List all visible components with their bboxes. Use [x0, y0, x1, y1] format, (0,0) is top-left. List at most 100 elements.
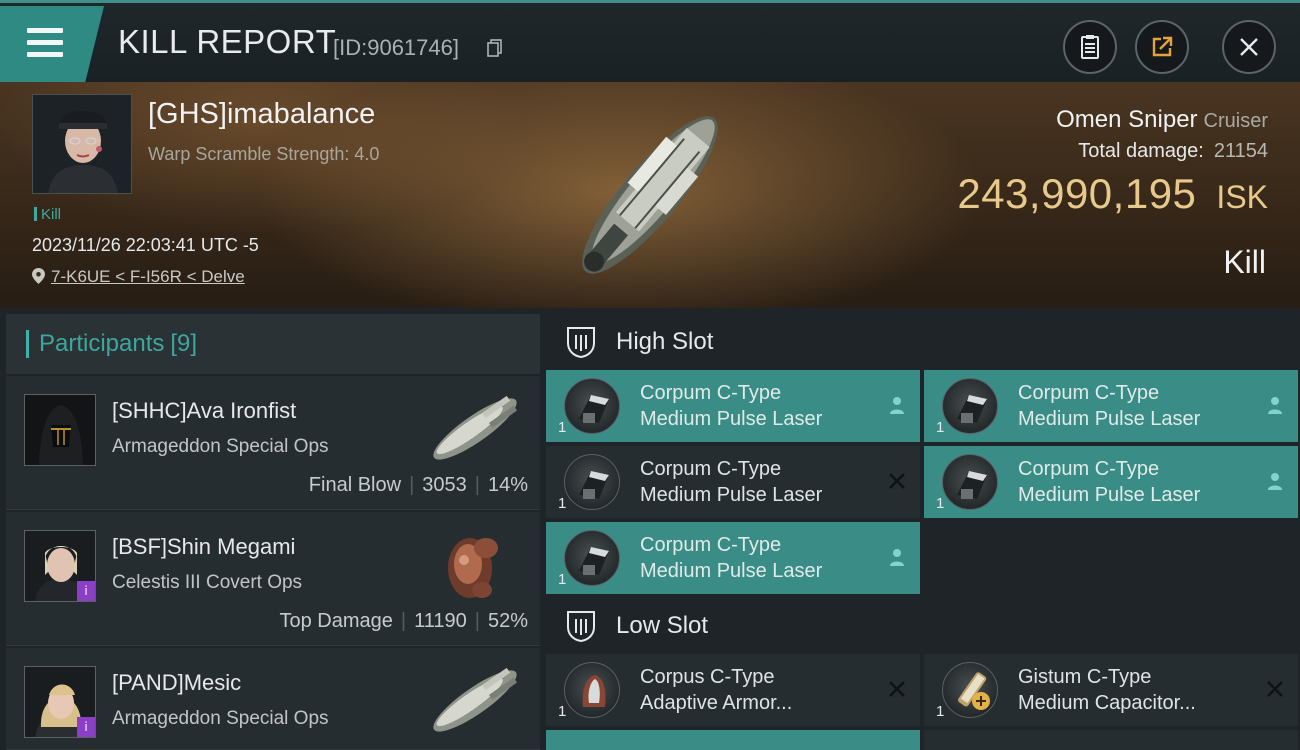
- module-slot[interactable]: [546, 730, 920, 750]
- total-damage-value: 21154: [1213, 140, 1268, 162]
- destroyed-x-icon: [889, 681, 905, 697]
- pulse-laser-icon: [564, 530, 620, 586]
- module-quantity: 1: [558, 703, 567, 720]
- victim-name[interactable]: [GHS]imabalance: [148, 98, 375, 131]
- stats-separator: |: [474, 610, 480, 632]
- participant-name: [BSF]Shin Megami: [112, 534, 296, 559]
- participant-card[interactable]: [SHHC]Ava Ironfist Armageddon Special Op…: [6, 376, 540, 510]
- participant-stats: Top Damage | 11190 | 52%: [280, 610, 529, 633]
- report-result: Kill: [1223, 244, 1266, 280]
- participant-damage: 11190: [414, 610, 467, 632]
- armor-hardener-icon: [564, 662, 620, 718]
- participant-ship-image: [448, 538, 498, 598]
- victim-ship-name: Omen Sniper: [1056, 106, 1198, 133]
- module-slot[interactable]: [924, 730, 1298, 750]
- high-slot-label: High Slot: [616, 328, 714, 355]
- low-slot-header: Low Slot: [546, 598, 1300, 654]
- participants-title: Participants: [39, 330, 165, 357]
- victim-portrait[interactable]: [32, 94, 132, 194]
- module-slot[interactable]: 1 Corpum C-Type Medium Pulse Laser: [546, 446, 920, 518]
- participant-ship-image: [433, 395, 518, 460]
- kill-location[interactable]: 7-K6UE < F-I56R < Delve: [32, 267, 245, 287]
- menu-button[interactable]: [0, 6, 104, 82]
- participant-card[interactable]: i [PAND]Mesic Armageddon Special Ops: [6, 648, 540, 750]
- header-bar: KILL REPORT [ID:9061746]: [0, 0, 1300, 82]
- isk-value: 243,990,195 ISK: [957, 170, 1268, 218]
- kill-tag: Kill: [34, 206, 61, 223]
- info-badge-icon: i: [77, 581, 95, 601]
- participant-name: [SHHC]Ava Ironfist: [112, 398, 297, 423]
- high-slot-icon: [567, 327, 595, 359]
- victim-ship-image: [582, 116, 718, 274]
- report-id: [ID:9061746]: [333, 35, 459, 60]
- module-name: Corpus C-Type: [640, 666, 775, 688]
- module-name: Corpum C-Type: [640, 382, 782, 404]
- participant-damage: 3053: [422, 474, 467, 496]
- module-slot[interactable]: 1 Corpus C-Type Adaptive Armor...: [546, 654, 920, 726]
- participant-role: Final Blow: [308, 474, 402, 496]
- isk-unit: ISK: [1216, 179, 1268, 215]
- participant-percent: 14%: [487, 474, 528, 496]
- module-name: Gistum C-Type: [1018, 666, 1152, 688]
- module-name: Corpum C-Type: [640, 534, 782, 556]
- participant-avatar[interactable]: i: [24, 666, 96, 738]
- pulse-laser-icon: [942, 454, 998, 510]
- participant-avatar[interactable]: i: [24, 530, 96, 602]
- hamburger-icon: [27, 28, 63, 64]
- module-type: Medium Pulse Laser: [640, 408, 823, 430]
- participants-header[interactable]: Participants [9]: [6, 314, 540, 374]
- module-type: Medium Pulse Laser: [1018, 484, 1201, 506]
- low-slot-icon: [567, 611, 595, 643]
- participant-ship: Celestis III Covert Ops: [112, 572, 303, 593]
- participant-card[interactable]: i [BSF]Shin Megami Celestis III Covert O…: [6, 512, 540, 646]
- module-quantity: 1: [558, 419, 567, 436]
- participant-stats: Final Blow | 3053 | 14%: [309, 474, 528, 497]
- close-icon: [1240, 38, 1258, 56]
- clipboard-button[interactable]: [1063, 20, 1117, 74]
- kill-timestamp: 2023/11/26 22:03:41 UTC -5: [32, 235, 259, 255]
- page-title: KILL REPORT: [118, 23, 337, 60]
- module-slot[interactable]: 1 Gistum C-Type Medium Capacitor...: [924, 654, 1298, 726]
- participants-panel: Participants [9] [SHHC]Ava Ironfist Arma…: [0, 308, 540, 750]
- participant-percent: 52%: [487, 610, 528, 632]
- module-quantity: 1: [558, 571, 567, 588]
- module-name: Corpum C-Type: [640, 458, 782, 480]
- module-slot[interactable]: 1 Corpum C-Type Medium Pulse Laser: [546, 370, 920, 442]
- module-type: Medium Pulse Laser: [640, 484, 823, 506]
- module-slot[interactable]: 1 Corpum C-Type Medium Pulse Laser: [546, 522, 920, 594]
- stats-separator: |: [409, 474, 415, 496]
- high-slot-header: High Slot: [546, 314, 1300, 370]
- participant-avatar[interactable]: [24, 394, 96, 466]
- participants-count: [9]: [170, 330, 198, 357]
- dropped-person-icon: [890, 549, 904, 566]
- capacitor-battery-icon: [942, 662, 998, 718]
- participant-role: Top Damage: [279, 610, 393, 632]
- module-slot[interactable]: 1 Corpum C-Type Medium Pulse Laser: [924, 370, 1298, 442]
- copy-icon[interactable]: [487, 39, 503, 57]
- participant-name: [PAND]Mesic: [112, 670, 242, 695]
- dropped-person-icon: [1268, 397, 1282, 414]
- pilot-portrait-image: [33, 95, 131, 193]
- pulse-laser-icon: [564, 454, 620, 510]
- participant-ship-image: [433, 667, 518, 732]
- participant-portrait-image: [25, 395, 95, 465]
- victim-ship[interactable]: Omen Sniper Cruiser: [1056, 106, 1268, 134]
- destroyed-x-icon: [1267, 681, 1283, 697]
- module-quantity: 1: [936, 495, 945, 512]
- victim-banner: [GHS]imabalance Warp Scramble Strength: …: [0, 82, 1300, 308]
- low-slot-label: Low Slot: [616, 612, 709, 639]
- module-slot[interactable]: 1 Corpum C-Type Medium Pulse Laser: [924, 446, 1298, 518]
- share-button[interactable]: [1135, 20, 1189, 74]
- module-quantity: 1: [936, 419, 945, 436]
- module-type: Adaptive Armor...: [640, 692, 793, 714]
- total-damage-label: Total damage:: [1078, 140, 1204, 162]
- close-button[interactable]: [1222, 20, 1276, 74]
- stats-separator: |: [474, 474, 480, 496]
- pulse-laser-icon: [564, 378, 620, 434]
- location-link[interactable]: 7-K6UE < F-I56R < Delve: [51, 267, 245, 286]
- participant-ship: Armageddon Special Ops: [112, 436, 329, 457]
- dropped-person-icon: [890, 397, 904, 414]
- victim-ship-class: Cruiser: [1203, 110, 1268, 132]
- header-accent-bar: [26, 330, 29, 358]
- fitting-panel: High Slot 1 Corpum C-Type Medium Pulse L…: [540, 308, 1300, 750]
